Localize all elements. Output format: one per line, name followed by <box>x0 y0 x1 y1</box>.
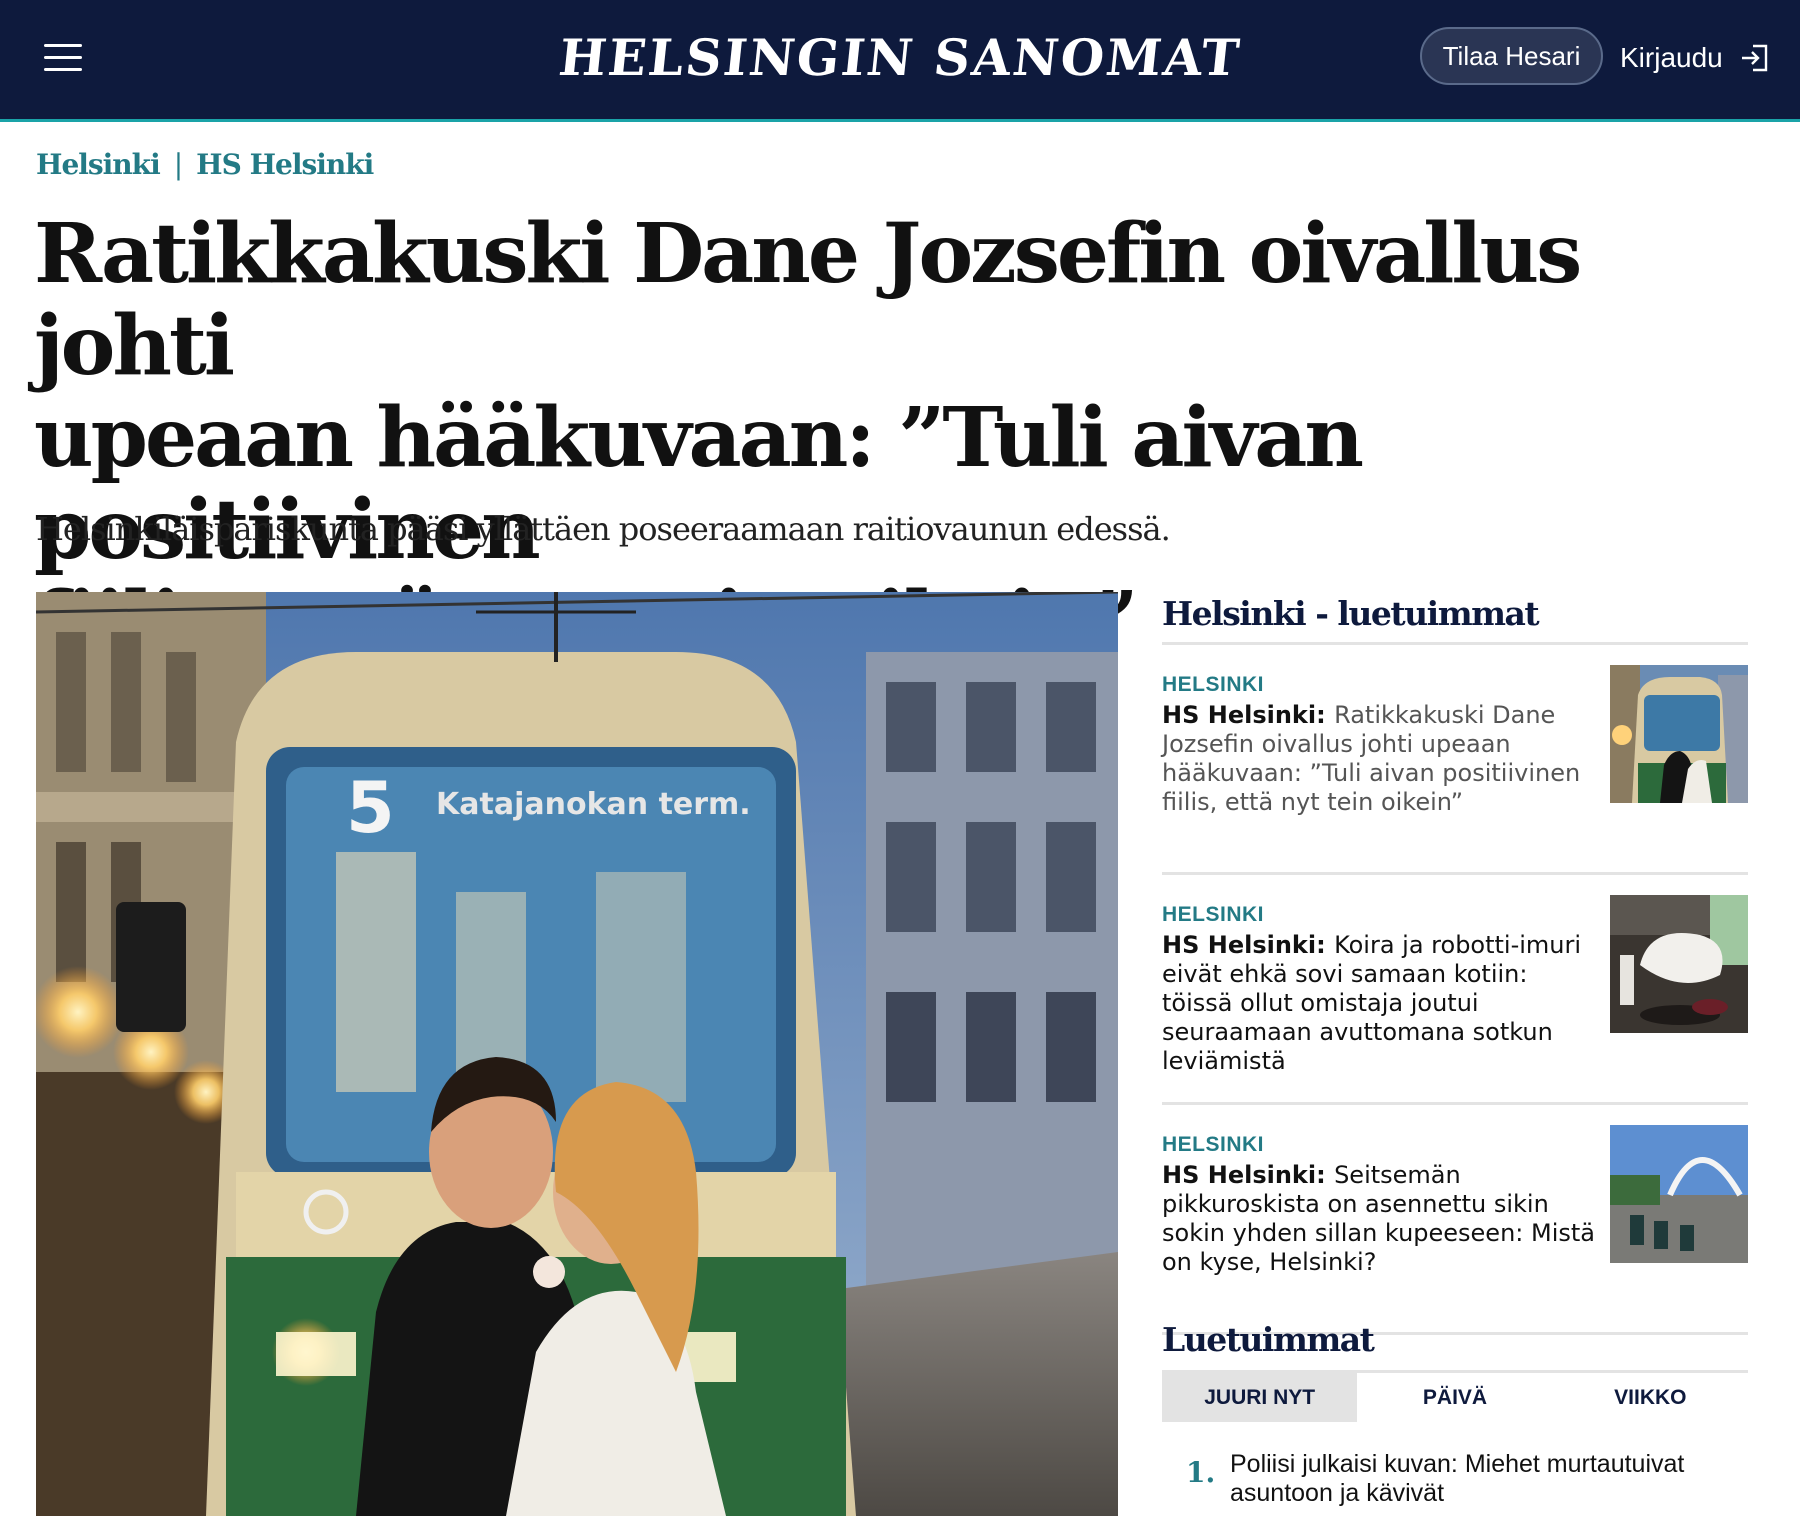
article-prefix: HS Helsinki: <box>1162 1161 1335 1189</box>
article-category: HELSINKI <box>1162 1133 1265 1156</box>
article-hero-image[interactable]: 5 Katajanokan term. <box>36 592 1118 1516</box>
most-read-item-1[interactable]: Poliisi julkaisi kuvan: Miehet murtautui… <box>1230 1450 1700 1508</box>
login-icon <box>1741 44 1767 72</box>
tram-destination-sign: Katajanokan term. <box>436 787 751 822</box>
article-thumbnail-tram[interactable] <box>1610 665 1748 803</box>
menu-icon[interactable] <box>44 44 82 72</box>
most-read-rank: 1. <box>1186 1456 1216 1489</box>
article-prefix: HS Helsinki: <box>1162 701 1335 729</box>
sidebar-helsinki-most-read: Helsinki - luetuimmat HELSINKI HS Helsin… <box>1162 592 1748 1335</box>
login-label: Kirjaudu <box>1620 42 1723 73</box>
breadcrumb-subsection[interactable]: HS Helsinki <box>196 148 374 181</box>
tram-wedding-photo: 5 Katajanokan term. <box>36 592 1118 1516</box>
article-thumbnail-bridge[interactable] <box>1610 1125 1748 1263</box>
most-read-title: Luetuimmat <box>1162 1320 1375 1359</box>
subscribe-button[interactable]: Tilaa Hesari <box>1420 27 1603 85</box>
sidebar-article-1[interactable]: HELSINKI HS Helsinki: Ratikkakuski Dane … <box>1162 645 1748 875</box>
tab-right-now[interactable]: JUURI NYT <box>1162 1373 1358 1422</box>
sidebar-article-2[interactable]: HELSINKI HS Helsinki: Koira ja robotti-i… <box>1162 875 1748 1105</box>
most-read-section: Luetuimmat JUURI NYT PÄIVÄ VIIKKO 1. Pol… <box>1162 1320 1748 1507</box>
article-category: HELSINKI <box>1162 903 1265 926</box>
breadcrumb: Helsinki | HS Helsinki <box>36 148 374 181</box>
article-prefix: HS Helsinki: <box>1162 931 1335 959</box>
sidebar-title: Helsinki - luetuimmat <box>1162 594 1540 633</box>
article-teaser: HS Helsinki: Koira ja robotti-imuri eivä… <box>1162 931 1602 1076</box>
article-teaser: HS Helsinki: Seitsemän pikkuroskista on … <box>1162 1161 1602 1277</box>
article-teaser: HS Helsinki: Ratikkakuski Dane Jozsefin … <box>1162 701 1602 817</box>
headline-line-1: Ratikkakuski Dane Jozsefin oivallus joht… <box>34 206 1582 394</box>
headline-line-2: upeaan hääkuvaan: ”Tuli aivan positiivin… <box>34 390 1364 578</box>
breadcrumb-separator: | <box>173 148 183 181</box>
tab-week[interactable]: VIIKKO <box>1553 1373 1748 1422</box>
breadcrumb-section[interactable]: Helsinki <box>36 148 161 181</box>
top-navigation-bar: HELSINGIN SANOMAT Tilaa Hesari Kirjaudu <box>0 0 1800 122</box>
login-button[interactable]: Kirjaudu <box>1620 30 1769 86</box>
sidebar-article-3[interactable]: HELSINKI HS Helsinki: Seitsemän pikkuros… <box>1162 1105 1748 1335</box>
article-thumbnail-living-room[interactable] <box>1610 895 1748 1033</box>
tab-day[interactable]: PÄIVÄ <box>1357 1373 1552 1422</box>
article-lede: Helsinkiläispariskunta pääsi yllättäen p… <box>36 510 1171 548</box>
article-category: HELSINKI <box>1162 673 1265 696</box>
most-read-tabs: JUURI NYT PÄIVÄ VIIKKO <box>1162 1370 1748 1422</box>
tram-route-number: 5 <box>346 767 395 849</box>
